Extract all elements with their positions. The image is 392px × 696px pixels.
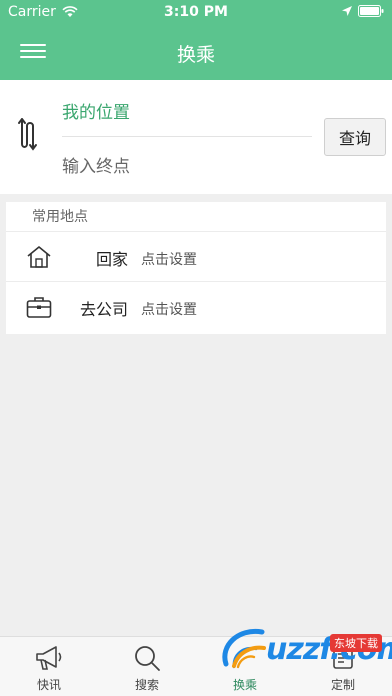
query-button[interactable]: 查询 bbox=[324, 118, 386, 156]
location-arrow-icon bbox=[342, 6, 352, 16]
place-hint-home: 点击设置 bbox=[141, 252, 197, 268]
home-icon bbox=[27, 246, 51, 268]
tab-label-news: 快讯 bbox=[36, 678, 61, 692]
page-title: 换乘 bbox=[176, 44, 215, 66]
app-header: Carrier 3:10 PM 换乘 bbox=[0, 0, 392, 80]
briefcase-icon bbox=[26, 297, 52, 318]
tab-news[interactable]: 快讯 bbox=[0, 637, 98, 696]
status-right bbox=[342, 5, 384, 17]
common-places-panel: 常用地点 回家 点击设置 去公司 点击设置 bbox=[6, 202, 386, 334]
battery-icon bbox=[358, 5, 384, 17]
tab-label-search: 搜索 bbox=[134, 678, 159, 692]
destination-input[interactable]: 输入终点 bbox=[62, 152, 130, 177]
route-input-card: 我的位置 输入终点 查询 bbox=[0, 80, 392, 194]
watermark-tag: 东坡下载 bbox=[330, 634, 382, 652]
swap-route-icon[interactable] bbox=[16, 118, 44, 152]
place-item-home[interactable]: 回家 点击设置 bbox=[6, 232, 386, 282]
places-header: 常用地点 bbox=[6, 202, 386, 232]
place-hint-work: 点击设置 bbox=[141, 302, 197, 318]
nav-bar: 换乘 bbox=[0, 26, 392, 80]
status-bar: Carrier 3:10 PM bbox=[0, 0, 392, 26]
tab-search[interactable]: 搜索 bbox=[98, 637, 196, 696]
search-icon bbox=[135, 646, 160, 671]
field-divider bbox=[62, 136, 312, 137]
tab-label-customize: 定制 bbox=[330, 678, 355, 692]
watermark-swoosh-icon bbox=[222, 628, 266, 668]
place-item-work[interactable]: 去公司 点击设置 bbox=[6, 282, 386, 332]
place-name-work: 去公司 bbox=[79, 300, 128, 319]
status-time: 3:10 PM bbox=[164, 4, 228, 20]
watermark-logo: uzzf.com 东坡下载 bbox=[218, 624, 392, 674]
place-name-home: 回家 bbox=[95, 250, 128, 269]
tab-label-transfer: 换乘 bbox=[232, 678, 257, 692]
start-location-field[interactable]: 我的位置 bbox=[62, 98, 130, 123]
megaphone-icon bbox=[36, 646, 62, 670]
